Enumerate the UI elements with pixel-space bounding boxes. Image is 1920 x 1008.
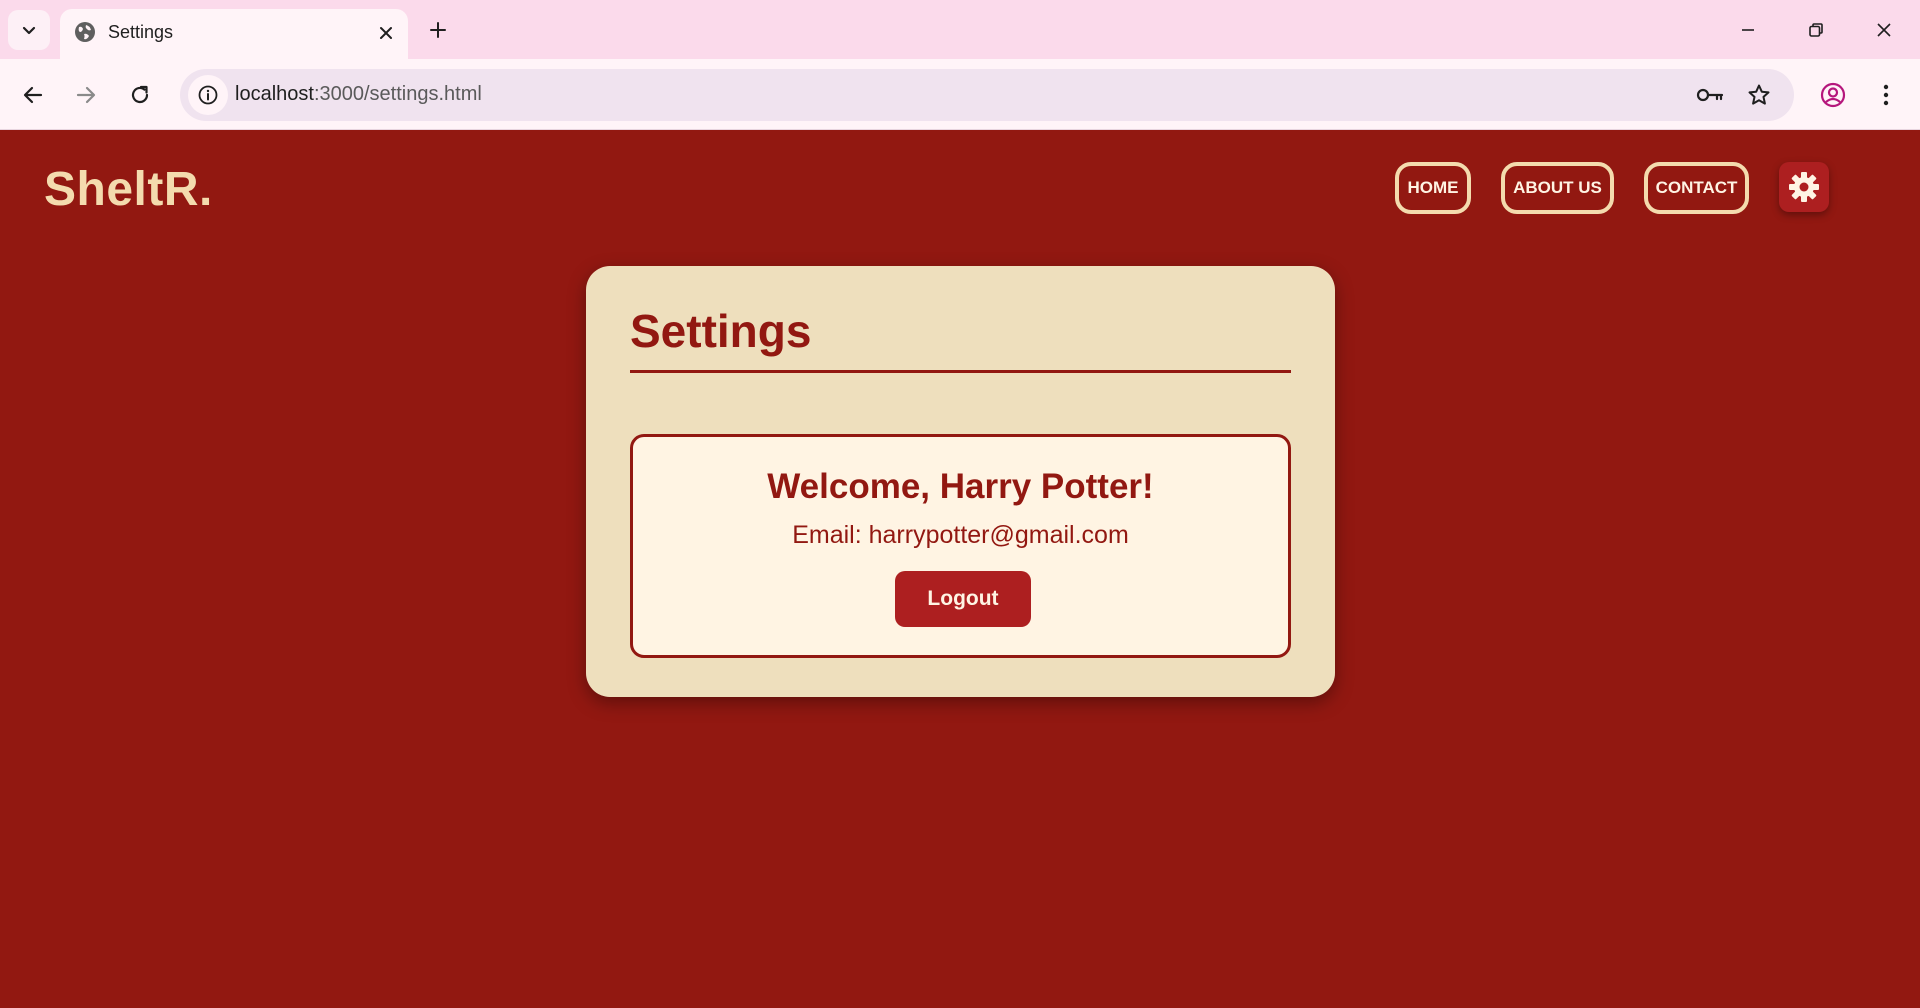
minimize-icon <box>1742 29 1754 31</box>
bookmark-button[interactable] <box>1743 79 1775 111</box>
back-button[interactable] <box>13 75 53 115</box>
reload-icon <box>131 85 149 104</box>
nav-contact-link[interactable]: CONTACT <box>1644 162 1749 214</box>
welcome-message: Welcome, Harry Potter! <box>767 467 1154 506</box>
plus-icon <box>430 22 446 38</box>
globe-icon <box>75 22 95 42</box>
forward-arrow-icon <box>76 86 96 104</box>
back-arrow-icon <box>23 86 43 104</box>
tab-close-button[interactable] <box>372 19 400 47</box>
url-host: localhost <box>235 83 314 105</box>
star-icon <box>1748 84 1770 105</box>
gear-icon <box>1789 172 1819 202</box>
settings-card: Settings Welcome, Harry Potter! Email: h… <box>586 266 1335 697</box>
profile-icon <box>1820 82 1846 108</box>
reload-button[interactable] <box>120 75 160 115</box>
page-title: Settings <box>630 305 812 357</box>
page-body: SheltR. HOME ABOUT US CONTACT Settings W… <box>0 130 1920 1008</box>
logout-button[interactable]: Logout <box>895 571 1031 627</box>
tab-list-button[interactable] <box>8 10 50 50</box>
new-tab-button[interactable] <box>422 14 454 46</box>
minimize-button[interactable] <box>1726 12 1770 48</box>
key-icon <box>1696 88 1724 102</box>
site-info-button[interactable] <box>188 75 228 115</box>
url-path: :3000/settings.html <box>313 83 482 105</box>
info-icon <box>198 85 218 105</box>
tab-title: Settings <box>108 22 174 42</box>
browser-tab[interactable]: Settings <box>60 9 408 59</box>
address-bar[interactable]: localhost:3000/settings.html <box>180 69 1794 121</box>
browser-tab-bar: Settings <box>0 0 1920 59</box>
close-icon <box>380 27 392 39</box>
profile-panel: Welcome, Harry Potter! Email: harrypotte… <box>630 434 1291 658</box>
forward-button[interactable] <box>66 75 106 115</box>
site-logo[interactable]: SheltR. <box>44 162 213 217</box>
browser-toolbar: localhost:3000/settings.html <box>0 59 1920 130</box>
chevron-down-icon <box>22 26 36 35</box>
more-vert-icon <box>1883 84 1889 106</box>
browser-menu-button[interactable] <box>1866 75 1906 115</box>
profile-button[interactable] <box>1813 75 1853 115</box>
user-email: Email: harrypotter@gmail.com <box>792 521 1129 549</box>
nav-home-link[interactable]: HOME <box>1395 162 1471 214</box>
url-text[interactable]: localhost:3000/settings.html <box>235 83 482 106</box>
title-divider <box>630 370 1291 373</box>
nav-about-link[interactable]: ABOUT US <box>1501 162 1614 214</box>
password-key-button[interactable] <box>1694 79 1726 111</box>
restore-icon <box>1809 23 1823 37</box>
window-close-button[interactable] <box>1862 12 1906 48</box>
settings-button[interactable] <box>1779 162 1829 212</box>
restore-button[interactable] <box>1794 12 1838 48</box>
window-close-icon <box>1877 23 1891 37</box>
